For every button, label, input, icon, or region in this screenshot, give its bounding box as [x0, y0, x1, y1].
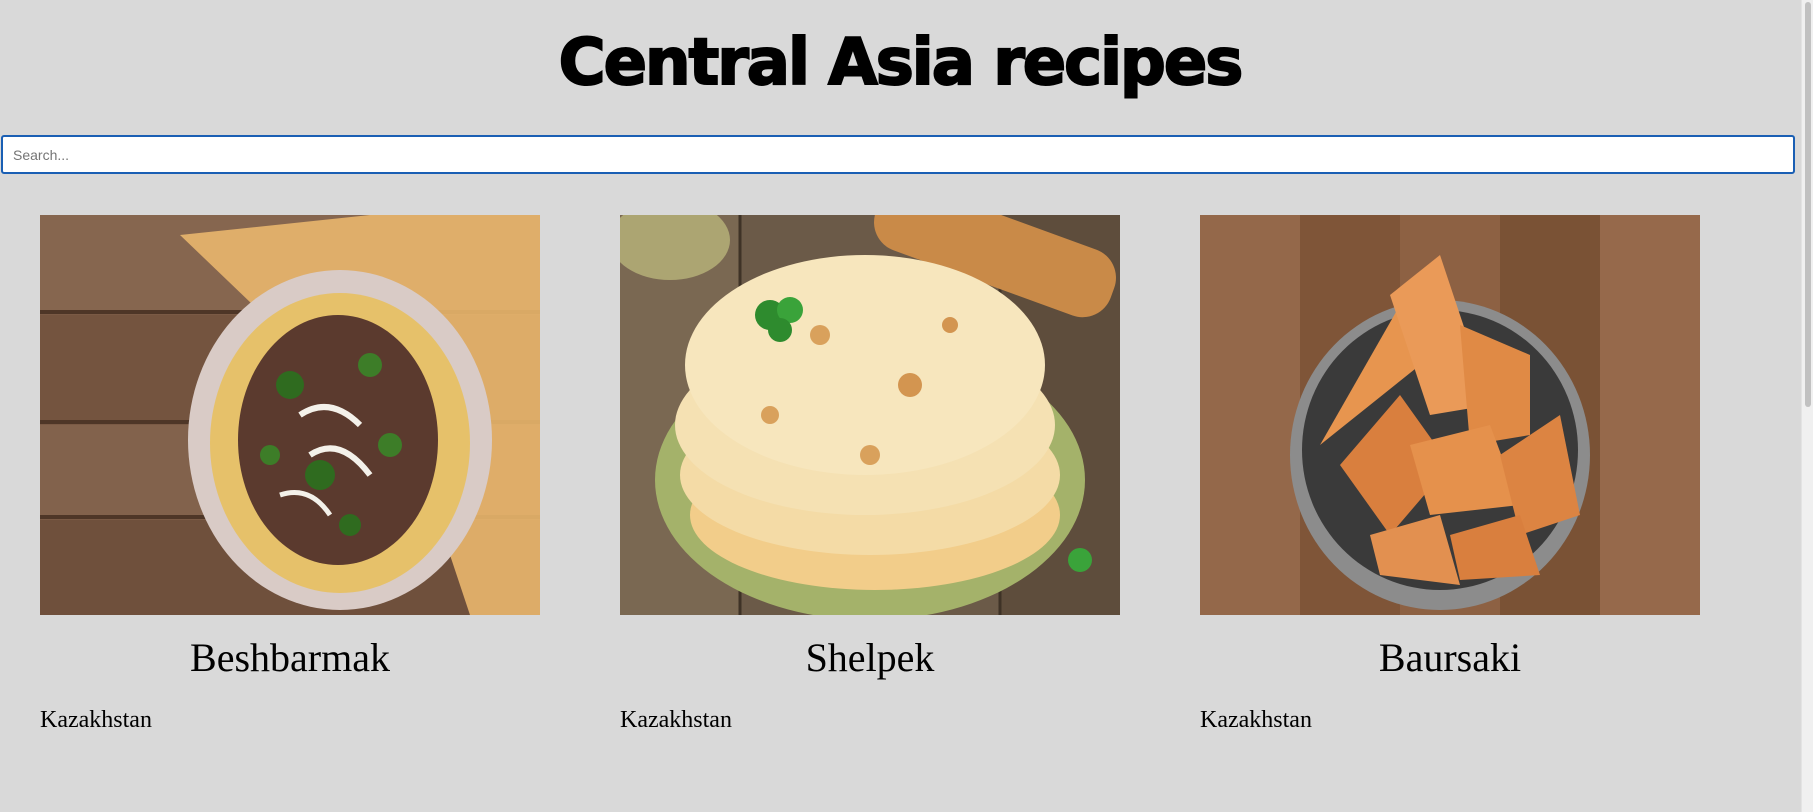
page-scrollbar[interactable] — [1801, 0, 1813, 812]
beshbarmak-dish-image[interactable] — [40, 215, 540, 615]
recipe-title[interactable]: Baursaki — [1200, 635, 1700, 681]
recipe-country: Kazakhstan — [620, 707, 732, 733]
recipe-card-baursaki[interactable]: Baursaki Kazakhstan — [1200, 215, 1700, 735]
page-title: Central Asia recipes — [558, 25, 1245, 101]
recipe-country: Kazakhstan — [1200, 707, 1312, 733]
recipe-card-beshbarmak[interactable]: Beshbarmak Kazakhstan — [40, 215, 540, 735]
scrollbar-thumb[interactable] — [1805, 2, 1811, 407]
search-input[interactable] — [1, 135, 1795, 174]
recipe-country: Kazakhstan — [40, 707, 152, 733]
recipe-title[interactable]: Beshbarmak — [40, 635, 540, 681]
baursaki-fried-dough-image[interactable] — [1200, 215, 1700, 615]
recipe-card-shelpek[interactable]: Shelpek Kazakhstan — [620, 215, 1120, 735]
shelpek-flatbread-image[interactable] — [620, 215, 1120, 615]
recipe-title[interactable]: Shelpek — [620, 635, 1120, 681]
